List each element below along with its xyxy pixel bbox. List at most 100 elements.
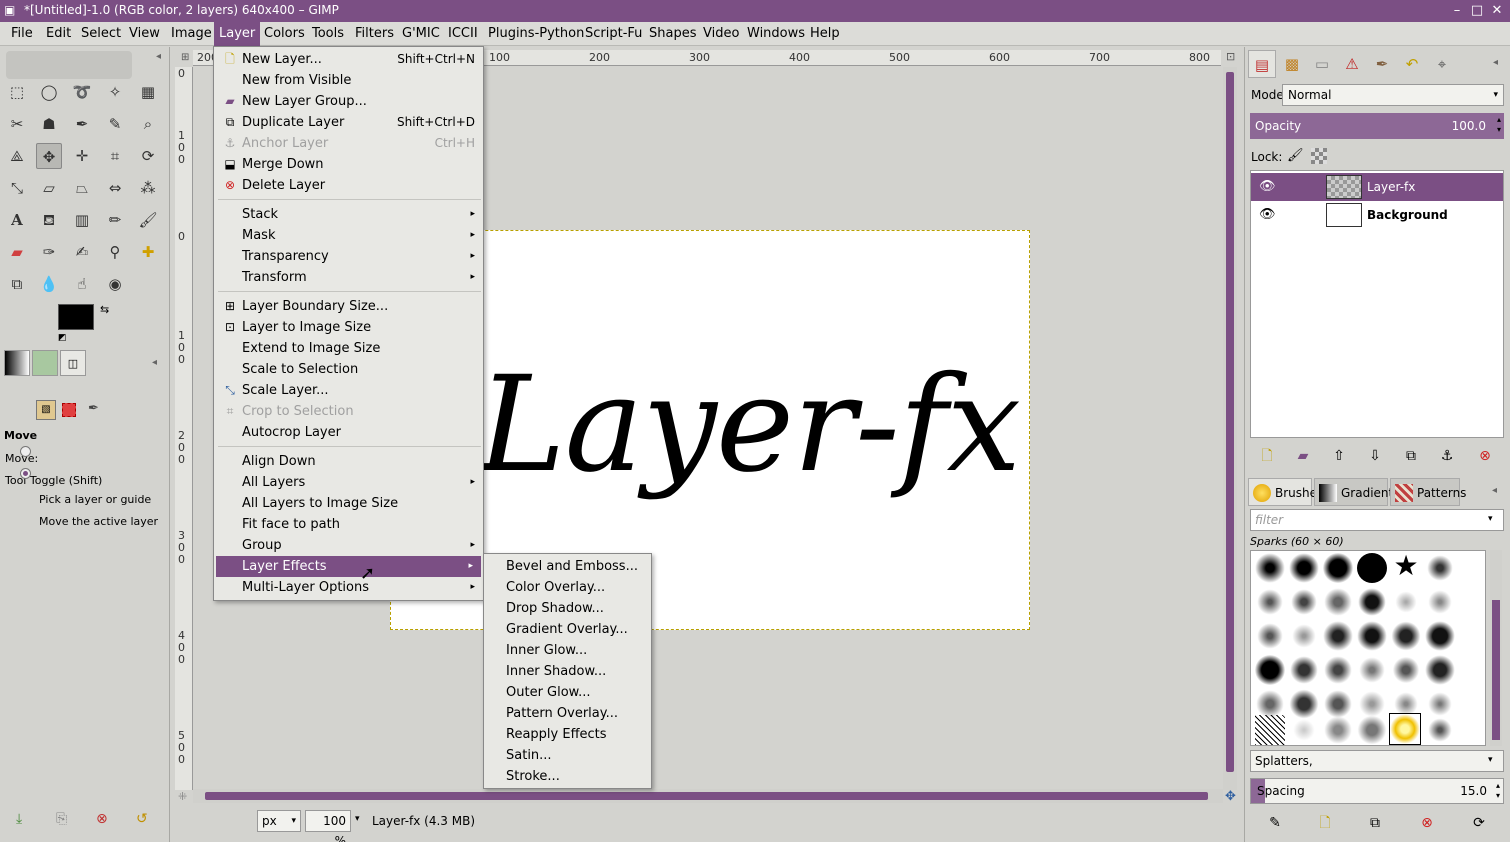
menu-image[interactable]: Image: [166, 22, 217, 46]
radio-move-active[interactable]: [20, 468, 31, 479]
brush-item[interactable]: [1289, 587, 1319, 617]
menu-tools[interactable]: Tools: [307, 22, 349, 46]
paths-icon[interactable]: ✒: [69, 111, 95, 137]
move-selection-icon[interactable]: [62, 403, 76, 417]
menu-item-fit-face-to-path[interactable]: Fit face to path: [216, 514, 483, 535]
default-colors-icon[interactable]: ◩: [58, 333, 67, 343]
brush-item[interactable]: [1255, 587, 1285, 617]
radio-pick-layer[interactable]: [20, 446, 31, 457]
brush-item[interactable]: [1425, 715, 1455, 745]
menu-item-color-overlay[interactable]: Color Overlay...: [486, 577, 651, 598]
lower-layer-icon[interactable]: ⇩: [1364, 445, 1386, 467]
brush-item[interactable]: [1323, 621, 1353, 651]
channels-tab-icon[interactable]: ▩: [1278, 50, 1306, 78]
visibility-eye-icon[interactable]: 👁: [1259, 179, 1276, 194]
vertical-scroll-thumb[interactable]: [1226, 72, 1234, 772]
menu-edit[interactable]: Edit: [41, 22, 76, 46]
pointer-info-icon[interactable]: ⌖: [1428, 50, 1456, 78]
brush-item[interactable]: [1255, 553, 1285, 583]
brush-item[interactable]: [1289, 715, 1319, 745]
mode-select[interactable]: Normal ▾: [1282, 84, 1504, 106]
menu-item-mask[interactable]: Mask ▸: [216, 225, 483, 246]
brush-item[interactable]: [1323, 553, 1353, 583]
menu-gmic[interactable]: G'MIC: [397, 22, 445, 46]
brush-item[interactable]: [1289, 621, 1319, 651]
brush-item[interactable]: [1357, 587, 1387, 617]
brush-item[interactable]: [1255, 715, 1285, 745]
brush-item[interactable]: [1289, 553, 1319, 583]
new-layer-icon[interactable]: 🗋: [1256, 445, 1278, 467]
bucket-fill-icon[interactable]: ⛾: [36, 207, 62, 233]
menu-item-extend-to-image-size[interactable]: Extend to Image Size: [216, 338, 483, 359]
move-layer-icon[interactable]: ▧: [36, 400, 56, 420]
tab-gradients[interactable]: Gradients: [1314, 478, 1399, 506]
tab-tool-options[interactable]: [4, 350, 30, 376]
save-options-icon[interactable]: ⤓: [16, 811, 22, 827]
layers-tab-icon[interactable]: ▤: [1248, 50, 1276, 78]
menu-item-layer-boundary-size[interactable]: ⊞ Layer Boundary Size...: [216, 296, 483, 317]
brush-item[interactable]: [1255, 655, 1285, 685]
menu-help[interactable]: Help: [805, 22, 845, 46]
menu-item-bevel-and-emboss[interactable]: Bevel and Emboss...: [486, 556, 651, 577]
new-layer-group-icon[interactable]: ▰: [1292, 445, 1314, 467]
perspective-icon[interactable]: ⏢: [69, 175, 95, 201]
lock-pixels-icon[interactable]: 🖌: [1287, 148, 1304, 163]
flip-icon[interactable]: ⇔: [102, 175, 128, 201]
smudge-icon[interactable]: ☝: [69, 271, 95, 297]
measure-icon[interactable]: ⟁: [4, 143, 30, 169]
tag-dropdown-icon[interactable]: ▾: [1488, 755, 1493, 765]
tab-patterns[interactable]: Patterns: [1390, 478, 1466, 506]
filter-dropdown-icon[interactable]: ▾: [1488, 514, 1493, 524]
menu-item-align-down[interactable]: Align Down: [216, 451, 483, 472]
menu-item-stack[interactable]: Stack ▸: [216, 204, 483, 225]
menu-item-inner-glow[interactable]: Inner Glow...: [486, 640, 651, 661]
fuzzy-select-icon[interactable]: ✧: [102, 79, 128, 105]
blend-icon[interactable]: ▥: [69, 207, 95, 233]
menu-item-autocrop-layer[interactable]: Autocrop Layer: [216, 422, 483, 443]
color-select-icon[interactable]: ▦: [135, 79, 161, 105]
new-brush-icon[interactable]: 🗋: [1314, 812, 1336, 834]
menu-item-outer-glow[interactable]: Outer Glow...: [486, 682, 651, 703]
foreground-select-icon[interactable]: ☗: [36, 111, 62, 137]
menu-windows[interactable]: Windows: [742, 22, 810, 46]
brush-item[interactable]: [1357, 553, 1387, 583]
tab-menu-icon[interactable]: ◂: [152, 357, 157, 368]
vertical-scrollbar[interactable]: [1223, 67, 1237, 790]
reset-options-icon[interactable]: ↺: [136, 811, 148, 827]
horizontal-scroll-thumb[interactable]: [205, 792, 1208, 800]
tab-device-status[interactable]: [32, 350, 58, 376]
zoom-input[interactable]: 100 %: [305, 810, 351, 842]
menu-item-duplicate-layer[interactable]: ⧉ Duplicate Layer Shift+Ctrl+D: [216, 112, 483, 133]
brush-editor-icon[interactable]: ✒: [1368, 50, 1396, 78]
delete-layer-icon[interactable]: ⊗: [1474, 445, 1496, 467]
maximize-icon[interactable]: □: [1468, 2, 1486, 20]
clone-icon[interactable]: ⚲: [102, 239, 128, 265]
spacing-slider[interactable]: Spacing 15.0 ▴ ▾: [1250, 778, 1504, 804]
restore-options-icon[interactable]: ⎘: [56, 811, 67, 827]
brush-item[interactable]: ★: [1391, 551, 1421, 581]
menu-item-transform[interactable]: Transform ▸: [216, 267, 483, 288]
layer-row[interactable]: 👁 Layer-fx: [1251, 173, 1503, 201]
menu-file[interactable]: File: [6, 22, 38, 46]
paintbrush-icon[interactable]: 🖌: [135, 207, 161, 233]
close-icon[interactable]: ✕: [1488, 2, 1506, 20]
brush-item[interactable]: [1323, 715, 1353, 745]
brush-tag-input[interactable]: Splatters,: [1250, 750, 1504, 772]
menu-layer[interactable]: Layer: [214, 22, 261, 46]
menu-item-anchor-layer[interactable]: ⚓ Anchor Layer Ctrl+H: [216, 133, 483, 154]
brush-grid[interactable]: ★: [1250, 550, 1486, 746]
dock-tab-menu-icon[interactable]: ◂: [1493, 57, 1498, 68]
menu-item-merge-down[interactable]: ⬓ Merge Down: [216, 154, 483, 175]
brush-item-selected[interactable]: [1389, 713, 1421, 745]
horizontal-scrollbar[interactable]: [193, 789, 1223, 803]
align-icon[interactable]: ✛: [69, 143, 95, 169]
menu-item-new-from-visible[interactable]: New from Visible: [216, 70, 483, 91]
color-picker-icon[interactable]: ✎: [102, 111, 128, 137]
rotate-icon[interactable]: ⟳: [135, 143, 161, 169]
brush-item[interactable]: [1323, 587, 1353, 617]
shear-icon[interactable]: ▱: [36, 175, 62, 201]
menu-item-pattern-overlay[interactable]: Pattern Overlay...: [486, 703, 651, 724]
dodge-burn-icon[interactable]: ◉: [102, 271, 128, 297]
menu-item-layer-effects[interactable]: Layer Effects ▸: [216, 556, 481, 577]
filter-input[interactable]: filter: [1250, 509, 1504, 531]
